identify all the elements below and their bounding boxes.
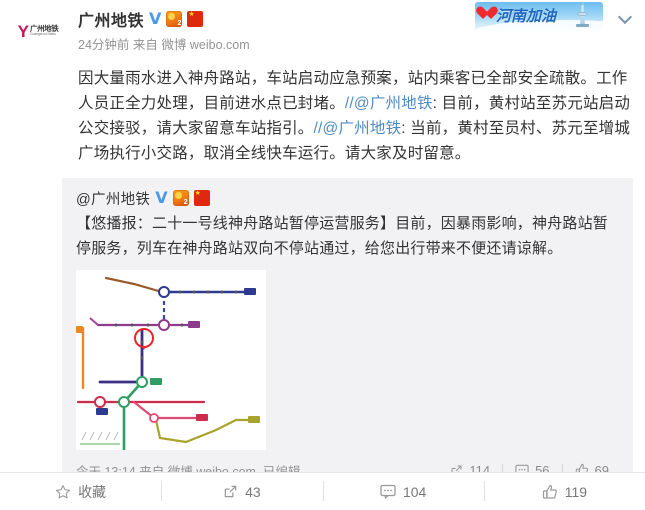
medal-emoji-icon (172, 190, 189, 206)
post-meta: 24分钟前 来自 微博 weibo.com (78, 34, 250, 53)
chevron-down-icon[interactable] (617, 9, 633, 25)
post-mention-3[interactable]: //@广州地铁 (314, 120, 402, 137)
favorite-label: 收藏 (78, 483, 107, 500)
china-flag-emoji-icon (187, 11, 204, 27)
share-count: 43 (245, 483, 261, 500)
share-icon (224, 485, 237, 498)
favorite-button[interactable]: 收藏 (0, 473, 161, 510)
verified-v-badge-icon: V (155, 188, 168, 207)
header-main: 广州地铁 V 24分钟前 来自 微博 weibo.com (78, 8, 250, 53)
avatar[interactable]: Y 广州地铁 Guangzhou Metro (10, 14, 66, 48)
post-source[interactable]: 微博 weibo.com (161, 38, 249, 52)
heart-icon (479, 7, 493, 20)
comment-count: 104 (402, 483, 427, 500)
china-flag-emoji-icon (193, 190, 210, 206)
quoted-author-name[interactable]: @广州地铁 (76, 188, 150, 209)
avatar-wordmark-en: Guangzhou Metro (29, 32, 56, 37)
post-source-prefix: 来自 (132, 38, 158, 52)
metro-logo-icon: Y (17, 21, 29, 41)
thumbs-up-icon (542, 484, 557, 499)
medal-emoji-icon (166, 11, 183, 27)
avatar-wordmark: 广州地铁 Guangzhou Metro (29, 23, 59, 37)
quoted-post-text: 【悠播报：二十一号线神舟路站暂停运营服务】目前，因暴雨影响，神舟路站暂停服务，列… (76, 215, 609, 257)
campaign-banner-label: 河南加油 (496, 7, 557, 25)
name-row: 广州地铁 V (78, 8, 250, 30)
post-header: Y 广州地铁 Guangzhou Metro 广州地铁 V 24分钟前 来自 微… (0, 0, 645, 60)
like-count: 119 (564, 483, 588, 500)
post-mention-1[interactable]: //@广州地铁 (345, 95, 433, 112)
verified-v-badge-icon: V (149, 9, 162, 28)
author-name[interactable]: 广州地铁 (78, 7, 144, 31)
like-button[interactable]: 119 (483, 473, 645, 510)
post-text: 因大量雨水进入神舟路站，车站启动应急预案，站内乘客已全部安全疏散。工作人员正全力… (0, 60, 645, 166)
star-icon (56, 484, 71, 498)
action-bar: 收藏 43 104 119 (0, 472, 645, 510)
metro-map-svg (76, 270, 266, 450)
avatar-logo: Y 广州地铁 Guangzhou Metro (18, 23, 59, 40)
avatar-wordmark-cn: 广州地铁 (29, 23, 59, 33)
metro-map-image[interactable] (76, 270, 266, 450)
quoted-author-row: @广州地铁 V (76, 188, 621, 208)
post-time: 24分钟前 (78, 38, 130, 52)
comment-button[interactable]: 104 (322, 473, 484, 510)
quoted-post-card[interactable]: @广州地铁 V 【悠播报：二十一号线神舟路站暂停运营服务】目前，因暴雨影响，神舟… (62, 178, 633, 488)
tower-icon (575, 2, 591, 31)
comment-icon (380, 484, 396, 499)
share-button[interactable]: 43 (161, 473, 322, 510)
campaign-banner[interactable]: 河南加油 (475, 2, 603, 32)
